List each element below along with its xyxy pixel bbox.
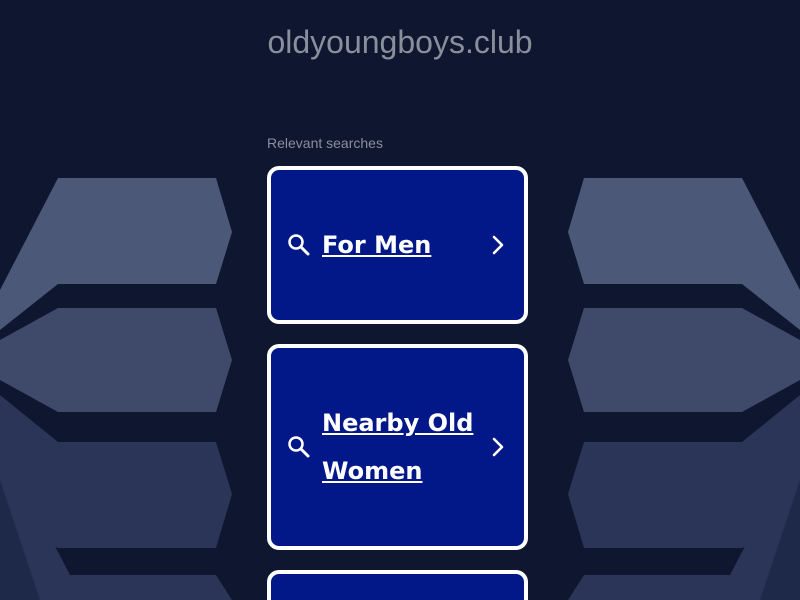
- chevron-right-icon: [492, 235, 504, 255]
- chevron-right-icon: [492, 437, 504, 457]
- bg-shape: [568, 178, 800, 330]
- bg-shape: [0, 308, 232, 412]
- search-icon: [288, 234, 310, 256]
- search-result-label[interactable]: For Men: [322, 221, 482, 269]
- bg-shape: [0, 178, 232, 330]
- search-result-card[interactable]: [267, 570, 528, 600]
- search-result-label[interactable]: Nearby Old Women: [322, 399, 482, 495]
- parked-domain-page: oldyoungboys.club Relevant searches For …: [0, 0, 800, 600]
- bg-shape: [568, 308, 800, 412]
- search-result-card[interactable]: For Men: [267, 166, 528, 324]
- search-result-card[interactable]: Nearby Old Women: [267, 344, 528, 550]
- domain-title: oldyoungboys.club: [267, 24, 533, 60]
- relevant-searches-heading: Relevant searches: [267, 135, 383, 151]
- search-icon: [288, 436, 310, 458]
